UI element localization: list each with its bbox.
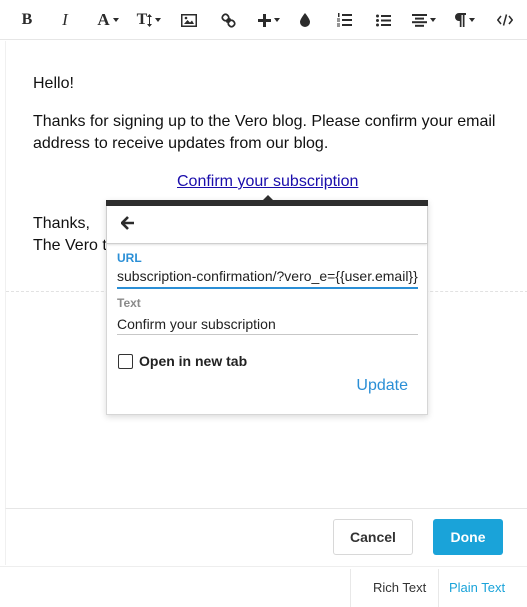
insert-link-button[interactable]: [220, 8, 236, 32]
signature-text: The Vero t: [33, 237, 107, 254]
font-color-button[interactable]: A: [94, 8, 122, 32]
body-line-2: address to receive updates from our blog…: [33, 135, 329, 152]
paragraph-icon: [455, 13, 466, 27]
align-center-icon: [412, 13, 427, 27]
link-editor-popover: URL Text Open in new tab Update: [106, 195, 428, 415]
font-size-arrows-icon: [147, 13, 153, 27]
italic-button[interactable]: I: [58, 8, 72, 32]
update-button[interactable]: Update: [356, 377, 408, 395]
mode-divider: [350, 569, 351, 607]
plus-icon: [258, 13, 271, 27]
ordered-list-button[interactable]: [336, 8, 352, 32]
popover-header: [107, 206, 427, 244]
unordered-list-button[interactable]: [375, 8, 391, 32]
done-button[interactable]: Done: [433, 519, 503, 555]
dialog-footer: Cancel Done: [5, 508, 527, 565]
subscription-link-text[interactable]: Confirm your subscription: [177, 173, 358, 190]
editor-toolbar: B I A T: [0, 0, 527, 40]
signoff-text: Thanks,: [33, 215, 90, 232]
subscription-link[interactable]: Confirm your subscription: [177, 171, 358, 193]
back-button[interactable]: [120, 216, 139, 234]
cancel-button[interactable]: Cancel: [333, 519, 413, 555]
bold-button[interactable]: B: [19, 8, 35, 32]
body-line-1: Thanks for signing up to the Vero blog. …: [33, 113, 496, 130]
greeting-text: Hello!: [33, 75, 74, 92]
insert-image-button[interactable]: [180, 8, 198, 32]
ordered-list-icon: [336, 13, 352, 27]
open-new-tab-label[interactable]: Open in new tab: [139, 353, 247, 369]
tab-rich-text[interactable]: Rich Text: [373, 580, 426, 595]
code-view-button[interactable]: [496, 8, 514, 32]
bullet-list-icon: [375, 14, 391, 26]
code-icon: [497, 14, 513, 26]
font-size-button[interactable]: T: [135, 8, 163, 32]
url-input[interactable]: [117, 265, 418, 289]
link-icon: [220, 12, 236, 28]
url-label: URL: [117, 251, 142, 265]
background-color-button[interactable]: [299, 8, 311, 32]
tab-plain-text[interactable]: Plain Text: [449, 580, 505, 595]
link-text-input[interactable]: [117, 313, 418, 335]
popover-arrow: [262, 195, 274, 201]
open-new-tab-checkbox[interactable]: [118, 354, 133, 369]
font-color-icon: A: [97, 10, 110, 29]
mode-divider: [438, 569, 439, 607]
font-size-icon: T: [136, 11, 148, 28]
drop-icon: [300, 13, 310, 27]
align-button[interactable]: [410, 8, 438, 32]
insert-menu-button[interactable]: [257, 8, 281, 32]
text-label: Text: [117, 296, 141, 310]
image-icon: [181, 13, 197, 27]
arrow-left-icon: [120, 216, 134, 230]
editor-mode-bar: Rich Text Plain Text: [0, 566, 527, 607]
paragraph-format-button[interactable]: [452, 8, 478, 32]
